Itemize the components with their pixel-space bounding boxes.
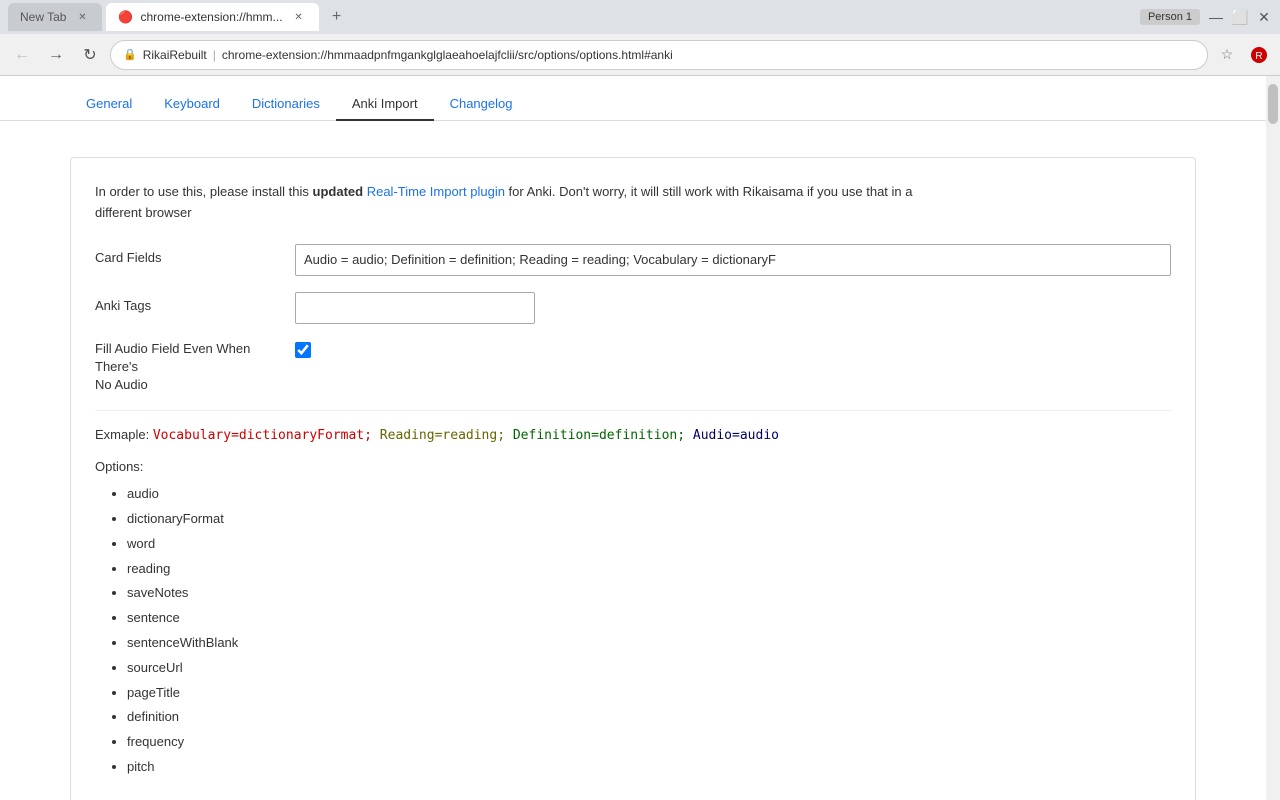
url-text: chrome-extension://hmmaadpnfmgankglglaea… — [222, 48, 1195, 62]
main-area: General Keyboard Dictionaries Anki Impor… — [0, 76, 1266, 800]
site-label: RikaiRebuilt — [143, 48, 207, 62]
address-bar: ← → ↻ 🔒 RikaiRebuilt | chrome-extension:… — [0, 34, 1280, 76]
window-controls: Person 1 — ⬜ ✕ — [1140, 9, 1272, 25]
scroll-thumb[interactable] — [1268, 84, 1278, 124]
title-bar: New Tab ✕ 🔴 chrome-extension://hmm... ✕ … — [0, 0, 1280, 34]
tab-dictionaries[interactable]: Dictionaries — [236, 88, 336, 121]
list-item: sentenceWithBlank — [127, 633, 1171, 654]
new-tab-label: New Tab — [20, 10, 66, 24]
forward-button[interactable]: → — [42, 41, 70, 69]
extension-tab-label: chrome-extension://hmm... — [140, 10, 282, 24]
content-box: In order to use this, please install thi… — [70, 157, 1196, 800]
example-code: Vocabulary=dictionaryFormat; Reading=rea… — [153, 428, 779, 443]
back-button[interactable]: ← — [8, 41, 36, 69]
fill-audio-checkbox[interactable] — [295, 342, 311, 358]
svg-text:R: R — [1255, 51, 1262, 62]
url-bar[interactable]: 🔒 RikaiRebuilt | chrome-extension://hmma… — [110, 40, 1208, 70]
intro-bold: updated — [313, 184, 364, 199]
code-reading: Reading=reading; — [380, 428, 513, 443]
list-item: reading — [127, 559, 1171, 580]
close-window-button[interactable]: ✕ — [1256, 9, 1272, 25]
intro-line2: different browser — [95, 205, 192, 220]
url-separator: | — [213, 48, 216, 62]
anki-tags-label: Anki Tags — [95, 292, 295, 313]
fill-audio-label: Fill Audio Field Even When There's No Au… — [95, 340, 295, 395]
intro-before-bold: In order to use this, please install thi… — [95, 184, 313, 199]
extension-icon-button[interactable]: R — [1246, 42, 1272, 68]
tab-new-tab[interactable]: New Tab ✕ — [8, 3, 102, 31]
options-list: audio dictionaryFormat word reading save… — [95, 484, 1171, 778]
card-fields-control — [295, 244, 1171, 276]
extension-icon: R — [1250, 46, 1268, 64]
profile-button[interactable]: Person 1 — [1140, 9, 1200, 25]
bookmark-button[interactable]: ☆ — [1214, 42, 1240, 68]
anki-tags-row: Anki Tags — [95, 292, 1171, 324]
tab-anki-import[interactable]: Anki Import — [336, 88, 434, 121]
card-fields-input[interactable] — [295, 244, 1171, 276]
list-item: definition — [127, 707, 1171, 728]
refresh-button[interactable]: ↻ — [76, 41, 104, 69]
list-item: word — [127, 534, 1171, 555]
fill-audio-row: Fill Audio Field Even When There's No Au… — [95, 340, 1171, 395]
list-item: sourceUrl — [127, 658, 1171, 679]
code-audio: Audio=audio — [693, 428, 779, 443]
close-extension-tab-button[interactable]: ✕ — [291, 9, 307, 25]
page-content: General Keyboard Dictionaries Anki Impor… — [0, 76, 1280, 800]
list-item: dictionaryFormat — [127, 509, 1171, 530]
anki-tags-control — [295, 292, 1171, 324]
list-item: pageTitle — [127, 683, 1171, 704]
list-item: pitch — [127, 757, 1171, 778]
plugin-link[interactable]: Real-Time Import plugin — [367, 184, 505, 199]
list-item: saveNotes — [127, 583, 1171, 604]
maximize-button[interactable]: ⬜ — [1232, 9, 1248, 25]
tab-keyboard[interactable]: Keyboard — [148, 88, 236, 121]
minimize-button[interactable]: — — [1208, 9, 1224, 25]
list-item: frequency — [127, 732, 1171, 753]
scrollbar[interactable] — [1266, 76, 1280, 800]
section-divider — [95, 410, 1171, 411]
tab-extension[interactable]: 🔴 chrome-extension://hmm... ✕ — [106, 3, 318, 31]
page-body: In order to use this, please install thi… — [0, 121, 1266, 800]
options-title: Options: — [95, 459, 1171, 474]
list-item: audio — [127, 484, 1171, 505]
code-def: Definition=definition; — [513, 428, 693, 443]
extension-favicon: 🔴 — [118, 10, 132, 24]
list-item: sentence — [127, 608, 1171, 629]
new-tab-button[interactable]: + — [323, 3, 351, 31]
card-fields-row: Card Fields — [95, 244, 1171, 276]
close-new-tab-button[interactable]: ✕ — [74, 9, 90, 25]
anki-tags-input[interactable] — [295, 292, 535, 324]
card-fields-label: Card Fields — [95, 244, 295, 265]
tabs-navigation: General Keyboard Dictionaries Anki Impor… — [0, 76, 1266, 121]
tab-general[interactable]: General — [70, 88, 148, 121]
tab-changelog[interactable]: Changelog — [434, 88, 529, 121]
lock-icon: 🔒 — [123, 48, 137, 61]
example-prefix: Exmaple: — [95, 427, 153, 442]
intro-paragraph: In order to use this, please install thi… — [95, 182, 1171, 224]
example-paragraph: Exmaple: Vocabulary=dictionaryFormat; Re… — [95, 427, 1171, 443]
intro-after-link: for Anki. Don't worry, it will still wor… — [505, 184, 913, 199]
code-vocab: Vocabulary=dictionaryFormat; — [153, 428, 380, 443]
